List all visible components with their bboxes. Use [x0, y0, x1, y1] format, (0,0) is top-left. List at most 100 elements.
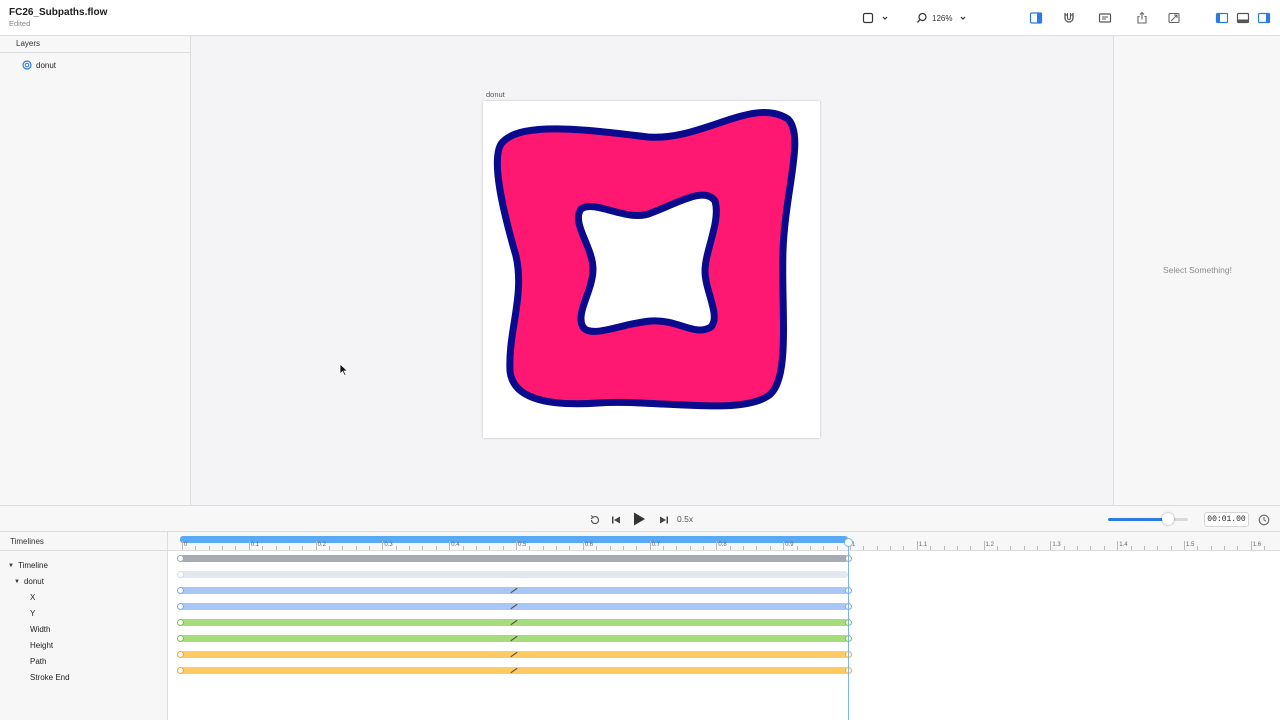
volume-slider-handle[interactable] — [1162, 513, 1174, 525]
comments-button[interactable] — [1098, 9, 1112, 27]
ruler-minor-tick — [676, 546, 678, 550]
ruler-minor-tick — [475, 546, 477, 550]
export-icon — [1168, 12, 1180, 24]
keyframe[interactable] — [177, 555, 184, 562]
ruler-minor-tick — [529, 546, 531, 550]
ruler-minor-tick — [489, 546, 491, 550]
disclosure-triangle-icon[interactable]: ▼ — [8, 563, 14, 569]
track-timeline[interactable] — [180, 555, 848, 562]
property-item-y[interactable]: Y — [30, 609, 35, 618]
keyframe[interactable] — [177, 651, 184, 658]
ruler-major-tick — [1184, 541, 1185, 550]
layer-item-label: donut — [36, 60, 57, 70]
canvas[interactable]: donut — [191, 36, 1113, 505]
inspector-toggle-button[interactable] — [1029, 9, 1043, 27]
ruler-minor-tick — [195, 546, 197, 550]
ruler-label: 0 — [184, 542, 188, 548]
ruler-minor-tick — [1237, 546, 1239, 550]
ruler-major-tick — [1250, 541, 1252, 550]
skip-forward-button[interactable] — [658, 513, 670, 531]
ruler-label: 0.7 — [651, 542, 660, 548]
play-icon — [634, 512, 645, 526]
zoom-control[interactable]: 126% — [916, 9, 968, 27]
keyframe[interactable] — [177, 587, 184, 594]
keyframe[interactable] — [177, 603, 184, 610]
ruler-label: 0.8 — [718, 542, 727, 548]
ruler-major-tick — [516, 541, 517, 550]
left-panel-icon — [1215, 12, 1229, 24]
ruler-minor-tick — [342, 546, 344, 550]
keyframe[interactable] — [177, 667, 184, 674]
timeline-layer-item[interactable]: ▼ donut — [14, 577, 44, 586]
playback-range[interactable] — [180, 536, 848, 543]
bottom-panel-icon — [1236, 12, 1250, 24]
playback-speed[interactable]: 0.5x — [677, 514, 693, 524]
transport-bar: 0.5x 00:01.00 — [0, 505, 1280, 532]
ruler-major-tick — [983, 541, 985, 550]
shape-tool-icon — [862, 12, 874, 24]
left-panel-toggle[interactable] — [1215, 9, 1229, 27]
right-panel-toggle[interactable] — [1257, 9, 1271, 27]
export-button[interactable] — [1167, 9, 1181, 27]
track-donut[interactable] — [180, 571, 848, 578]
bottom-panel-toggle[interactable] — [1236, 9, 1250, 27]
timeline-tracks[interactable]: 0 0.1 0.2 0.3 0.4 0.5 0.6 0.7 0.8 0.9 1 1.1 1.2 1.3 1.… — [168, 532, 1280, 720]
ruler-minor-tick — [729, 546, 731, 550]
skip-back-button[interactable] — [610, 513, 622, 531]
ruler-minor-tick — [823, 546, 825, 550]
ruler-minor-tick — [1264, 546, 1266, 550]
property-item-stroke-end[interactable]: Stroke End — [30, 673, 70, 682]
ruler-minor-tick — [208, 546, 210, 550]
playhead-line — [848, 540, 849, 720]
layers-panel: Layers donut — [0, 36, 191, 505]
loop-icon — [590, 515, 600, 525]
property-item-height[interactable]: Height — [30, 641, 53, 650]
ruler-label: 0.9 — [785, 542, 794, 548]
ruler-major-tick — [248, 541, 250, 550]
shape-tool-button[interactable] — [862, 9, 890, 27]
ruler-minor-tick — [288, 546, 290, 550]
layer-item-donut[interactable]: donut — [22, 60, 56, 70]
ruler-major-tick — [649, 541, 651, 550]
ruler-minor-tick — [1143, 546, 1145, 550]
ruler-minor-tick — [235, 546, 237, 550]
keyframe[interactable] — [177, 571, 184, 578]
ruler-minor-tick — [556, 546, 558, 550]
keyframe[interactable] — [177, 635, 184, 642]
volume-slider-fill — [1108, 518, 1168, 521]
clock-button[interactable] — [1258, 513, 1270, 531]
current-time-field[interactable]: 00:01.00 — [1204, 512, 1249, 527]
play-button[interactable] — [632, 511, 646, 532]
ruler-label: 0.4 — [451, 542, 460, 548]
ruler-minor-tick — [943, 546, 945, 550]
property-item-width[interactable]: Width — [30, 625, 50, 634]
ruler-label: 1.2 — [985, 542, 994, 548]
ruler-minor-tick — [836, 546, 838, 550]
artboard[interactable] — [483, 101, 820, 438]
ruler-minor-tick — [1077, 546, 1079, 550]
disclosure-triangle-icon[interactable]: ▼ — [14, 579, 20, 585]
layers-header: Layers — [0, 36, 190, 53]
ruler-minor-tick — [890, 546, 892, 550]
loop-button[interactable] — [589, 513, 601, 531]
document-title: FC26_Subpaths.flow — [9, 7, 108, 18]
time-ruler[interactable]: 0 0.1 0.2 0.3 0.4 0.5 0.6 0.7 0.8 0.9 1 1.1 1.2 1.3 1.… — [168, 532, 1280, 551]
property-item-x[interactable]: X — [30, 593, 35, 602]
skip-forward-icon — [660, 516, 668, 524]
property-item-path[interactable]: Path — [30, 657, 46, 666]
keyframe[interactable] — [177, 619, 184, 626]
timeline-root-item[interactable]: ▼ Timeline — [8, 561, 48, 570]
title-bar: FC26_Subpaths.flow Edited 126% — [0, 0, 1280, 36]
share-button[interactable] — [1135, 9, 1149, 27]
ruler-minor-tick — [1037, 546, 1039, 550]
ruler-label: 0.6 — [584, 542, 594, 548]
volume-slider-track[interactable] — [1108, 518, 1188, 521]
ruler-major-tick — [1050, 541, 1052, 550]
skip-back-icon — [612, 516, 620, 524]
ruler-minor-tick — [262, 546, 264, 550]
donut-shape[interactable] — [483, 101, 820, 438]
ruler-major-tick — [182, 541, 183, 550]
playhead-handle[interactable] — [844, 538, 853, 547]
snapping-button[interactable] — [1062, 9, 1076, 27]
ruler-minor-tick — [1130, 546, 1132, 550]
